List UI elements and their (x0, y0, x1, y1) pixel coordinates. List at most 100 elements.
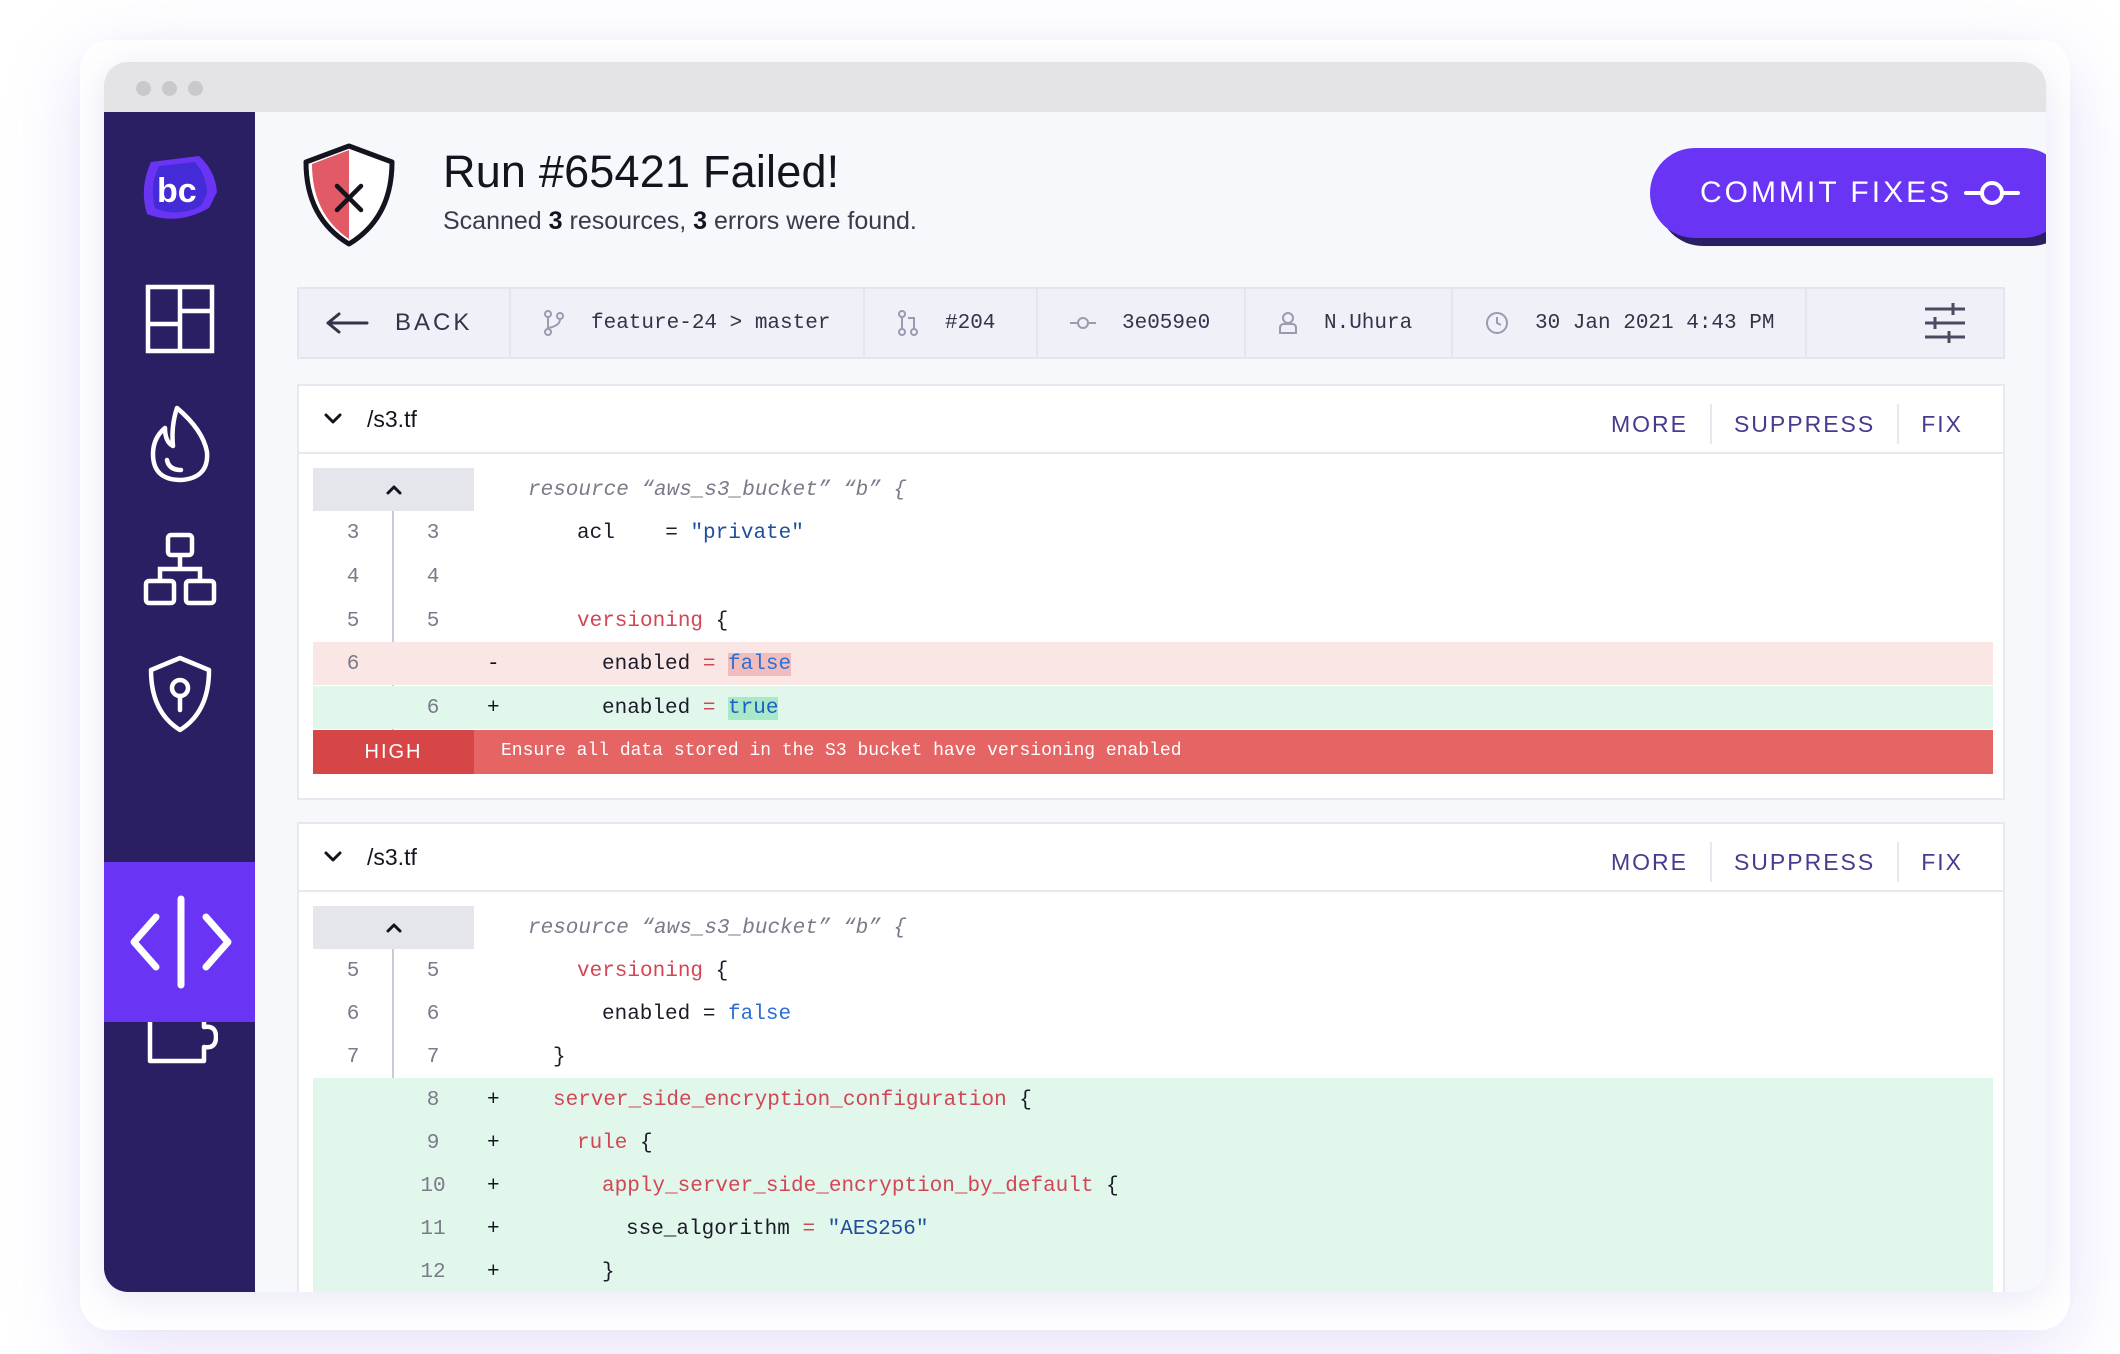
more-button[interactable]: MORE (1589, 411, 1710, 438)
code-value: true (728, 697, 779, 720)
context-line: resource “aws_s3_bucket” “b” { (528, 917, 907, 940)
diff-marker: - (487, 653, 500, 676)
pull-request-info[interactable]: #204 (865, 289, 1038, 357)
code-text: enabled = false (602, 1003, 791, 1026)
suppress-button[interactable]: SUPPRESS (1712, 411, 1897, 438)
author-name: N.Uhura (1324, 311, 1413, 335)
new-line-number: 5 (426, 610, 440, 633)
old-line-number: 5 (346, 960, 360, 983)
back-button[interactable]: BACK (299, 289, 511, 357)
summary-text: resources, (562, 207, 694, 235)
new-line-number: 3 (426, 522, 440, 545)
added-line: 11 + sse_algorithm = "AES256" (313, 1207, 1993, 1250)
branch-info: feature-24 > master (511, 289, 865, 357)
context-row: resource “aws_s3_bucket” “b” { (313, 906, 1993, 949)
diff-marker: + (487, 1089, 500, 1112)
code-operator: = (614, 522, 678, 545)
back-label: BACK (395, 309, 473, 336)
code-key: sse_algorithm (626, 1218, 790, 1241)
code-review-icon (130, 895, 232, 989)
new-line-number: 12 (420, 1261, 446, 1284)
arrow-left-icon (326, 312, 369, 334)
code-key: enabled (602, 697, 691, 720)
code-line: 3 3 acl = "private" (313, 511, 1993, 554)
expand-up-button[interactable] (313, 468, 474, 511)
run-datetime: 30 Jan 2021 4:43 PM (1535, 311, 1775, 335)
new-line-number: 4 (426, 566, 440, 589)
added-line: 8 + server_side_encryption_configuration… (313, 1078, 1993, 1121)
hierarchy-icon (143, 532, 216, 606)
code-text: acl = "private" (577, 522, 804, 545)
fix-button[interactable]: FIX (1899, 849, 1985, 876)
user-icon (1279, 312, 1297, 334)
file-name: /s3.tf (367, 406, 417, 432)
logo-text: bc (157, 172, 197, 210)
expand-up-button[interactable] (313, 906, 474, 949)
code-operator: { (715, 610, 729, 633)
code-line: 6 6 enabled = false (313, 992, 1993, 1035)
more-button[interactable]: MORE (1589, 849, 1710, 876)
logo[interactable]: bc (104, 150, 255, 230)
commit-info: 3e059e0 (1038, 289, 1246, 357)
code-operator: = (702, 1003, 716, 1026)
code-line: 4 4 (313, 555, 1993, 598)
commit-fixes-button[interactable]: COMMIT FIXES (1650, 148, 2046, 238)
diff-marker: + (487, 1261, 500, 1284)
old-line-number: 3 (346, 522, 360, 545)
code-operator: { (1019, 1089, 1032, 1112)
new-line-number: 7 (426, 1046, 440, 1069)
nav-resources[interactable] (104, 524, 255, 614)
chevron-down-icon[interactable] (323, 850, 343, 864)
commit-icon (1964, 181, 2020, 205)
old-line-number: 5 (346, 610, 360, 633)
filters-button[interactable] (1807, 289, 2003, 357)
new-line-number: 10 (420, 1175, 446, 1198)
old-line-number: 6 (346, 653, 360, 676)
run-meta-bar: BACK feature-24 > master #204 3e059e0 N.… (297, 287, 2005, 359)
diff-marker: + (487, 697, 500, 720)
code-value: "AES256" (827, 1218, 929, 1241)
chevron-up-icon (386, 485, 401, 494)
new-line-number: 9 (426, 1132, 440, 1155)
code-operator: { (640, 1132, 653, 1155)
fix-button[interactable]: FIX (1899, 411, 1985, 438)
code-key: server_side_encryption_configuration (553, 1089, 1007, 1112)
chevron-down-icon[interactable] (323, 412, 343, 426)
sidebar: bc (104, 112, 255, 1292)
old-line-number: 6 (346, 1003, 360, 1026)
clock-icon (1486, 312, 1508, 334)
added-line: 12 + } (313, 1250, 1993, 1292)
nav-policies[interactable] (104, 649, 255, 739)
code-key: rule (577, 1132, 628, 1155)
code-line: 5 5 versioning { (313, 949, 1993, 992)
errors-count: 3 (693, 207, 708, 235)
run-summary: Scanned 3 resources, 3 errors were found… (443, 207, 917, 236)
code-text: versioning { (577, 610, 728, 633)
context-row: resource “aws_s3_bucket” “b” { (313, 468, 1993, 511)
nav-dashboard[interactable] (104, 274, 255, 364)
commit-fixes-label: COMMIT FIXES (1700, 176, 1953, 209)
violation-row[interactable]: HIGH Ensure all data stored in the S3 bu… (313, 730, 1993, 774)
file-actions: MORE SUPPRESS FIX (1589, 404, 1985, 444)
failed-shield-icon (294, 140, 404, 255)
resources-count: 3 (548, 207, 563, 235)
old-line-number: 7 (346, 1046, 360, 1069)
code-text: } (553, 1046, 566, 1069)
suppress-button[interactable]: SUPPRESS (1712, 849, 1897, 876)
added-line: 10 + apply_server_side_encryption_by_def… (313, 1164, 1993, 1207)
code-line: 7 7 } (313, 1035, 1993, 1078)
nav-code-review[interactable] (104, 862, 255, 1022)
code-operator: = (702, 653, 716, 676)
window-dot (188, 81, 203, 96)
diff-marker: + (487, 1132, 500, 1155)
code-key: acl (577, 522, 615, 545)
code-value: false (728, 1003, 792, 1026)
code-diff: resource “aws_s3_bucket” “b” { 5 5 versi… (313, 906, 1993, 1292)
code-operator: { (1106, 1175, 1119, 1198)
summary-text: Scanned (443, 207, 549, 235)
nav-incidents[interactable] (104, 399, 255, 489)
code-operator: = (802, 1218, 816, 1241)
code-text: rule { (577, 1132, 653, 1155)
file-panel-header: /s3.tf MORE SUPPRESS FIX (299, 824, 2003, 892)
title-bar (104, 62, 2046, 112)
